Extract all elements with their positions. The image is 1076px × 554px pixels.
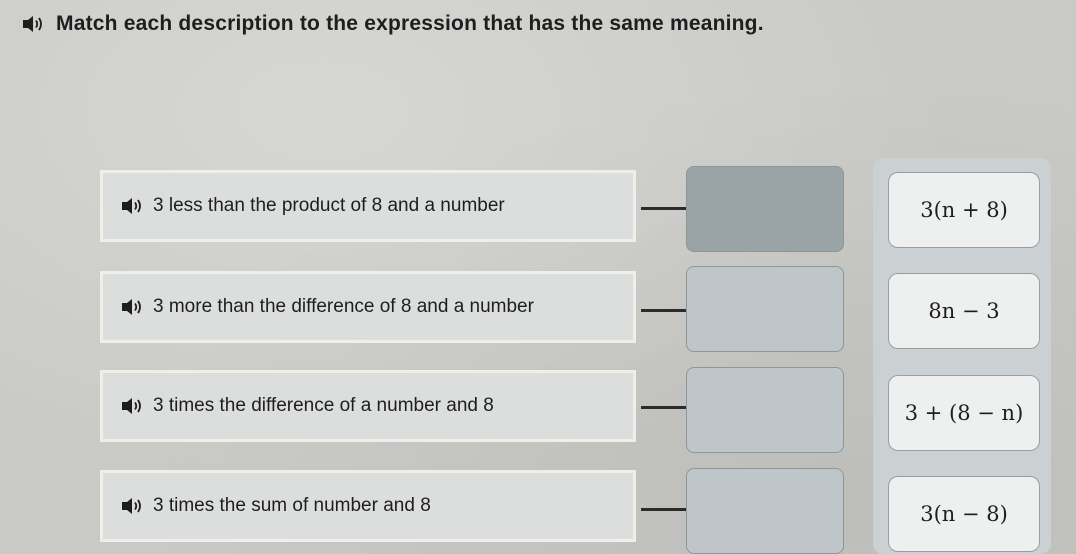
connector-line [641, 309, 687, 312]
speaker-icon[interactable] [121, 298, 143, 316]
speaker-icon[interactable] [121, 397, 143, 415]
instructions-text: Match each description to the expression… [56, 12, 764, 35]
expression-card-1[interactable]: 3(n + 8) [888, 172, 1040, 248]
description-card-3: 3 times the difference of a number and 8 [100, 370, 636, 442]
description-card-4: 3 times the sum of number and 8 [100, 470, 636, 542]
description-label: 3 times the difference of a number and 8 [153, 395, 494, 416]
expression-card-4[interactable]: 3(n − 8) [888, 476, 1040, 552]
drop-slot-4[interactable] [686, 468, 844, 554]
drop-slot-3[interactable] [686, 367, 844, 453]
connector-line [641, 508, 687, 511]
connector-line [641, 406, 687, 409]
description-label: 3 more than the difference of 8 and a nu… [153, 296, 534, 317]
speaker-icon[interactable] [22, 15, 44, 33]
connector-line [641, 207, 687, 210]
expression-card-3[interactable]: 3 + (8 − n) [888, 375, 1040, 451]
instructions-header: Match each description to the expression… [22, 6, 764, 42]
drop-slot-2[interactable] [686, 266, 844, 352]
speaker-icon[interactable] [121, 197, 143, 215]
speaker-icon[interactable] [121, 497, 143, 515]
description-card-2: 3 more than the difference of 8 and a nu… [100, 271, 636, 343]
drop-slot-1[interactable] [686, 166, 844, 252]
description-card-1: 3 less than the product of 8 and a numbe… [100, 170, 636, 242]
description-label: 3 times the sum of number and 8 [153, 495, 431, 516]
description-label: 3 less than the product of 8 and a numbe… [153, 195, 505, 216]
expression-card-2[interactable]: 8n − 3 [888, 273, 1040, 349]
